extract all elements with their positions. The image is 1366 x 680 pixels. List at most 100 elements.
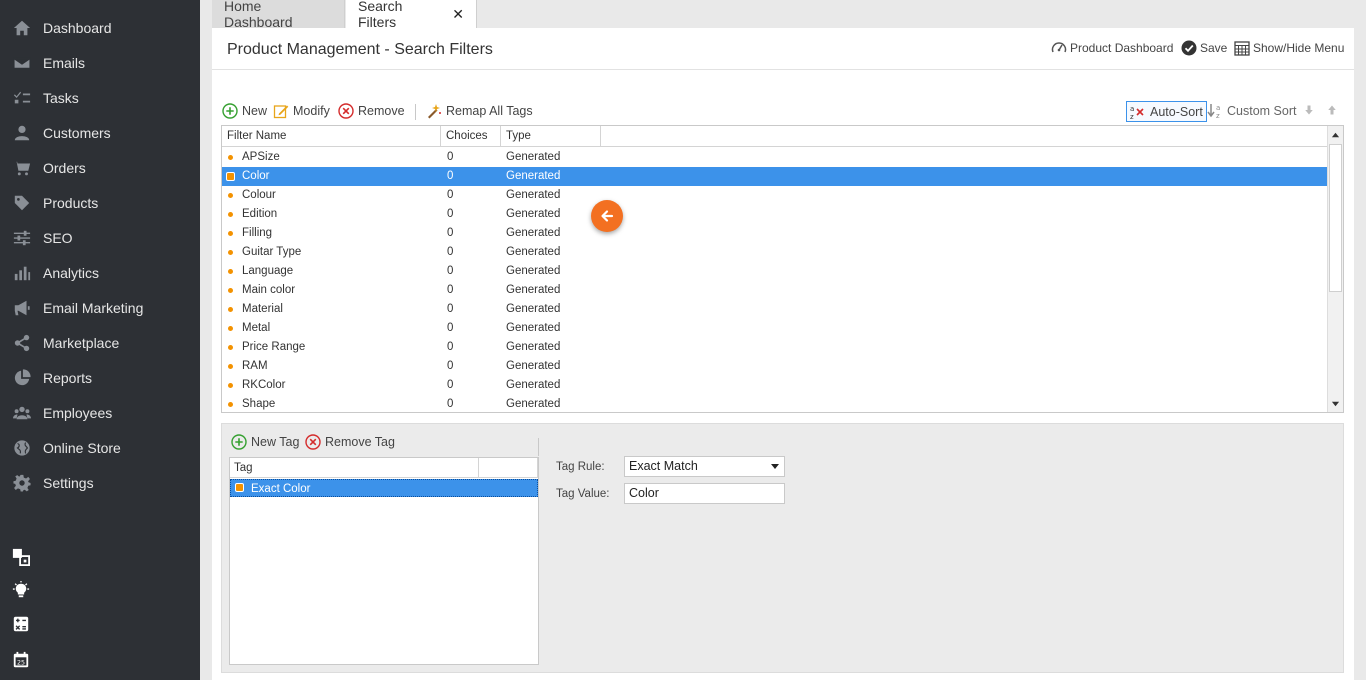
show-hide-menu-button[interactable]: Show/Hide Menu <box>1234 40 1344 56</box>
table-row[interactable]: Colour 0 Generated <box>222 186 1327 205</box>
plus-circle-icon <box>222 103 238 119</box>
new-tag-button[interactable]: New Tag <box>231 434 299 450</box>
column-header-type[interactable]: Type <box>501 126 601 147</box>
calendar-icon[interactable]: 25 <box>11 650 31 670</box>
cell-choices: 0 <box>447 246 454 258</box>
cell-filter-name: Main color <box>242 284 296 296</box>
cell-filter-name: Colour <box>242 189 276 201</box>
filters-grid[interactable]: Filter Name Choices Type APSize 0 Generate… <box>221 125 1344 413</box>
sidebar-item-reports[interactable]: Reports <box>0 360 200 395</box>
sidebar-item-dashboard[interactable]: Dashboard <box>0 10 200 45</box>
cell-type: Generated <box>506 379 561 391</box>
sidebar-item-email-marketing[interactable]: Email Marketing <box>0 290 200 325</box>
table-row[interactable]: Metal 0 Generated <box>222 319 1327 338</box>
sidebar-item-settings[interactable]: Settings <box>0 465 200 500</box>
close-icon[interactable]: ✕ <box>452 6 464 23</box>
cell-type: Generated <box>506 246 561 258</box>
table-row[interactable]: Material 0 Generated <box>222 300 1327 319</box>
scroll-down-arrow-icon[interactable] <box>1328 395 1343 411</box>
cell-choices: 0 <box>447 360 454 372</box>
column-header-filter-name[interactable]: Filter Name <box>222 126 441 147</box>
sidebar-item-marketplace[interactable]: Marketplace <box>0 325 200 360</box>
cell-filter-name: RKColor <box>242 379 286 391</box>
cell-type: Generated <box>506 189 561 201</box>
cell-choices: 0 <box>447 208 454 220</box>
svg-text:a: a <box>1130 105 1134 113</box>
sidebar-item-customers[interactable]: Customers <box>0 115 200 150</box>
product-dashboard-button[interactable]: Product Dashboard <box>1051 40 1173 56</box>
cell-type: Generated <box>506 322 561 334</box>
calculator-icon[interactable] <box>11 614 31 634</box>
remove-filter-button[interactable]: Remove <box>338 103 405 119</box>
toolbar-separator <box>415 104 416 120</box>
table-row[interactable]: Shape 0 Generated <box>222 395 1327 412</box>
remove-tag-label: Remove Tag <box>325 435 395 449</box>
cell-filter-name: Metal <box>242 322 271 334</box>
remap-all-tags-button[interactable]: Remap All Tags <box>426 103 533 119</box>
sidebar-item-tasks[interactable]: Tasks <box>0 80 200 115</box>
bullet-icon <box>228 155 233 160</box>
scroll-thumb[interactable] <box>1329 144 1342 292</box>
sidebar-item-analytics[interactable]: Analytics <box>0 255 200 290</box>
svg-text:a: a <box>1216 104 1220 112</box>
table-row[interactable]: Color 0 Generated <box>222 167 1327 186</box>
move-up-button[interactable] <box>1326 104 1342 116</box>
tab-label: Search Filters <box>358 0 403 30</box>
sidebar-item-online-store[interactable]: Online Store <box>0 430 200 465</box>
scroll-up-arrow-icon[interactable] <box>1328 127 1343 143</box>
table-row[interactable]: RAM 0 Generated <box>222 357 1327 376</box>
column-header-choices[interactable]: Choices <box>441 126 501 147</box>
table-row[interactable]: RKColor 0 Generated <box>222 376 1327 395</box>
table-row[interactable]: Price Range 0 Generated <box>222 338 1327 357</box>
auto-sort-label: Auto-Sort <box>1150 104 1203 119</box>
page-title: Product Management - Search Filters <box>227 41 493 58</box>
save-button[interactable]: Save <box>1181 40 1227 56</box>
table-row[interactable]: Guitar Type 0 Generated <box>222 243 1327 262</box>
column-header-tag[interactable]: Tag <box>230 458 479 478</box>
sidebar-item-emails[interactable]: Emails <box>0 45 200 80</box>
table-row[interactable]: Filling 0 Generated <box>222 224 1327 243</box>
modify-filter-button[interactable]: Modify <box>273 103 330 119</box>
cell-filter-name: Language <box>242 265 294 277</box>
tag-row[interactable]: Exact Color <box>230 479 538 497</box>
check-circle-icon <box>1181 40 1197 56</box>
tag-value-text: Color <box>629 486 659 500</box>
layers-icon[interactable] <box>11 547 31 567</box>
bullet-icon <box>228 383 233 388</box>
custom-sort-button[interactable]: az Custom Sort <box>1207 103 1296 119</box>
sidebar-item-employees[interactable]: Employees <box>0 395 200 430</box>
gear-icon <box>12 473 32 493</box>
tag-value-input[interactable]: Color <box>624 483 785 504</box>
grid-scrollbar[interactable] <box>1327 126 1343 412</box>
auto-sort-button[interactable]: az Auto-Sort <box>1126 101 1207 122</box>
table-row[interactable]: Edition 0 Generated <box>222 205 1327 224</box>
cell-filter-name: APSize <box>242 151 280 163</box>
new-filter-button[interactable]: New <box>222 103 267 119</box>
sidebar-item-seo[interactable]: SEO <box>0 220 200 255</box>
cell-filter-name: Material <box>242 303 283 315</box>
tab-search-filters[interactable]: Search Filters ✕ <box>346 0 477 30</box>
sidebar-item-label: Emails <box>43 54 86 71</box>
remove-tag-button[interactable]: Remove Tag <box>305 434 395 450</box>
sidebar-item-label: Customers <box>43 124 111 141</box>
sidebar-item-label: Employees <box>43 404 113 421</box>
new-tag-label: New Tag <box>251 435 300 449</box>
table-row[interactable]: Language 0 Generated <box>222 262 1327 281</box>
tag-rule-select[interactable]: Exact Match <box>624 456 785 477</box>
tab-label: Home Dashboard <box>224 0 293 30</box>
bullet-icon <box>228 212 233 217</box>
share-icon <box>12 333 32 353</box>
sidebar-item-label: Orders <box>43 159 86 176</box>
lightbulb-icon[interactable] <box>11 580 31 600</box>
sidebar-item-orders[interactable]: Orders <box>0 150 200 185</box>
arrow-down-icon <box>1305 105 1313 115</box>
tab-home-dashboard[interactable]: Home Dashboard <box>212 0 345 30</box>
tag-list[interactable]: Tag Exact Color <box>229 457 539 665</box>
bar-chart-icon <box>12 263 32 283</box>
back-arrow-button[interactable] <box>591 200 623 232</box>
table-row[interactable]: APSize 0 Generated <box>222 148 1327 167</box>
bullet-icon <box>228 269 233 274</box>
move-down-button[interactable] <box>1303 104 1319 116</box>
sidebar-item-products[interactable]: Products <box>0 185 200 220</box>
table-row[interactable]: Main color 0 Generated <box>222 281 1327 300</box>
